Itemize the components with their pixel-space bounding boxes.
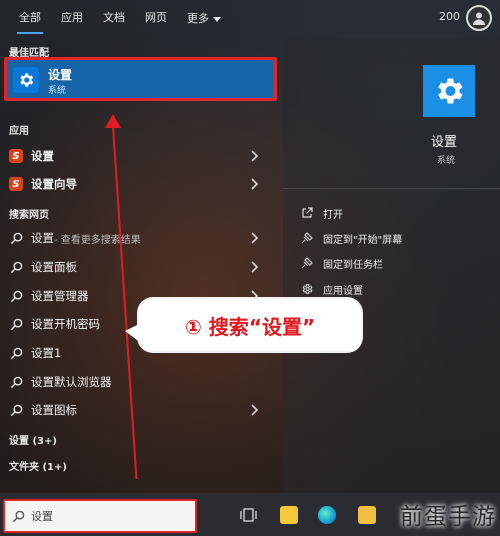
web-result-item[interactable]: 设置图标 <box>0 398 282 422</box>
web-result-label: 设置开机密码 <box>31 317 100 331</box>
action-open[interactable]: 打开 <box>300 205 343 221</box>
tab-web[interactable]: 网页 <box>135 0 177 38</box>
gear-icon <box>300 282 314 296</box>
web-result-more[interactable]: 设置 - 查看更多搜索结果 <box>0 226 282 250</box>
web-result-item[interactable]: 设置面板 <box>0 255 282 279</box>
settings-more-header[interactable]: 设置 (3+) <box>9 432 57 447</box>
search-icon <box>8 316 24 332</box>
annotation-arrowhead <box>105 114 121 128</box>
web-search-header: 搜索网页 <box>9 210 49 221</box>
instruction-callout: ① 搜索“设置” <box>125 299 361 351</box>
chevron-right-icon <box>251 404 258 416</box>
action-pin-start[interactable]: 固定到"开始"屏幕 <box>300 230 402 246</box>
search-scope-tabs: 全部 应用 文档 网页 更多 <box>0 0 500 38</box>
search-icon <box>8 402 24 418</box>
tab-all[interactable]: 全部 <box>9 0 51 38</box>
action-app-settings[interactable]: 应用设置 <box>300 281 363 297</box>
pin-icon <box>300 231 314 245</box>
web-result-label: 设置面板 <box>31 260 77 274</box>
search-icon <box>8 259 24 275</box>
action-open-label: 打开 <box>323 209 343 221</box>
chevron-right-icon <box>251 232 258 244</box>
sticky-notes-icon[interactable] <box>280 506 298 524</box>
web-result-item[interactable]: 设置默认浏览器 <box>0 370 282 394</box>
file-explorer-icon[interactable] <box>358 506 376 524</box>
results-panel: 最佳匹配 设置 系统 应用 S 设置 S 设置向导 搜索网页 设置 - 查看更多… <box>0 38 282 493</box>
app-result-label: 设置向导 <box>31 177 77 191</box>
search-icon <box>12 510 25 523</box>
action-pin-taskbar-label: 固定到任务栏 <box>323 259 383 271</box>
chevron-right-icon <box>251 150 258 162</box>
open-icon <box>300 206 314 220</box>
web-result-label: 设置图标 <box>31 403 77 417</box>
web-result-label: 设置默认浏览器 <box>31 375 112 389</box>
watermark: 前蛋手游 <box>400 504 496 530</box>
action-app-settings-label: 应用设置 <box>323 285 363 297</box>
web-result-label: 设置 <box>31 231 54 245</box>
edge-browser-icon[interactable] <box>318 506 336 524</box>
chevron-right-icon <box>251 261 258 273</box>
chevron-down-icon <box>213 16 221 22</box>
best-match-title: 设置 <box>48 68 73 82</box>
detail-subtitle: 系统 <box>437 156 456 166</box>
best-match-subtitle: 系统 <box>48 86 67 96</box>
search-icon <box>8 288 24 304</box>
tab-more-label: 更多 <box>187 12 209 25</box>
app-icon: S <box>9 177 23 191</box>
app-result-label: 设置 <box>31 149 54 163</box>
web-result-label: 设置1 <box>31 346 62 360</box>
detail-title: 设置 <box>431 135 458 150</box>
gear-icon <box>423 65 475 117</box>
tab-apps[interactable]: 应用 <box>51 0 93 38</box>
avatar[interactable] <box>466 5 492 31</box>
search-icon <box>8 374 24 390</box>
best-match-settings[interactable]: 设置 系统 <box>4 57 277 101</box>
gear-icon <box>13 67 39 93</box>
action-pin-taskbar[interactable]: 固定到任务栏 <box>300 255 383 271</box>
taskbar-search-input[interactable]: 设置 <box>3 499 197 533</box>
apps-header: 应用 <box>9 126 29 137</box>
tab-documents[interactable]: 文档 <box>93 0 135 38</box>
chevron-right-icon <box>251 178 258 190</box>
pin-icon <box>300 256 314 270</box>
detail-panel: 设置 系统 打开 固定到"开始"屏幕 固定到任务栏 应用设置 <box>283 38 500 493</box>
app-result-settings-wizard[interactable]: S 设置向导 <box>0 172 282 196</box>
web-result-label: 设置管理器 <box>31 289 89 303</box>
tab-more[interactable]: 更多 <box>177 0 231 38</box>
search-icon <box>8 345 24 361</box>
search-icon <box>8 230 24 246</box>
user-icon <box>473 12 485 25</box>
divider <box>283 188 500 189</box>
web-result-suffix: - 查看更多搜索结果 <box>54 234 141 246</box>
search-query: 设置 <box>31 510 53 523</box>
rewards-points[interactable]: 200 <box>439 10 460 23</box>
app-icon: S <box>9 149 23 163</box>
action-pin-start-label: 固定到"开始"屏幕 <box>323 234 403 246</box>
task-view-icon[interactable] <box>240 506 258 524</box>
app-result-settings[interactable]: S 设置 <box>0 144 282 168</box>
folders-more-header[interactable]: 文件夹 (1+) <box>9 458 67 473</box>
